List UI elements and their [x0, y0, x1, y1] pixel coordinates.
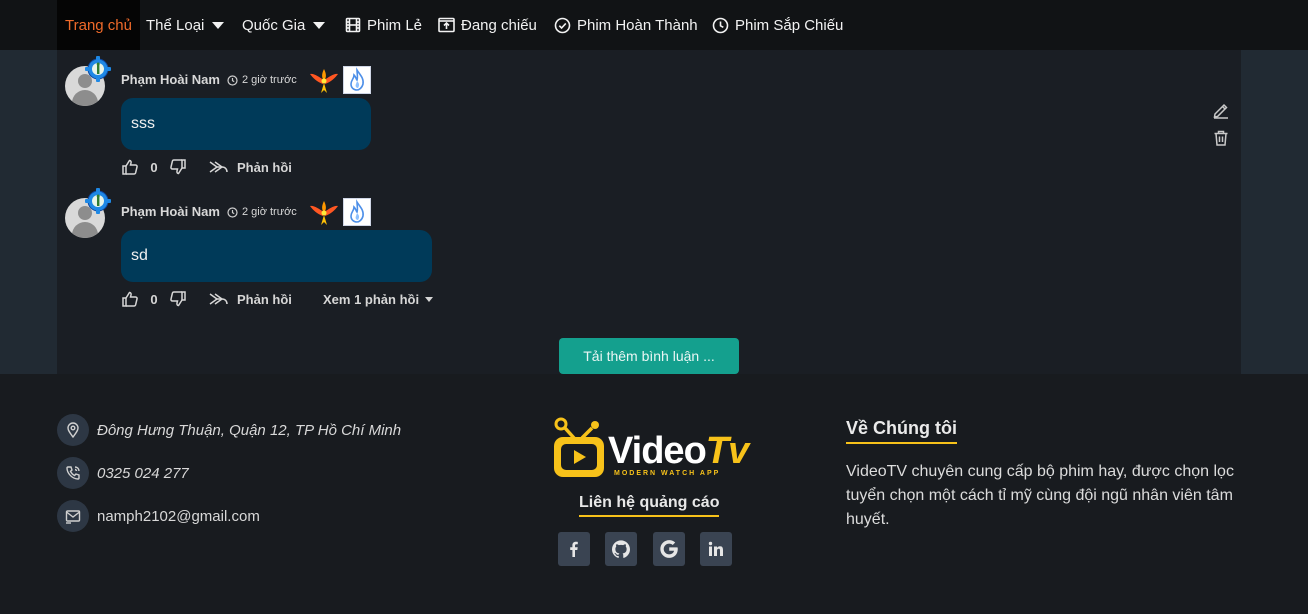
- reply-button[interactable]: Phản hồi: [209, 159, 292, 175]
- github-icon: [612, 540, 630, 558]
- like-count: 0: [150, 291, 158, 307]
- comment-author: Phạm Hoài Nam: [121, 204, 220, 219]
- nav-single-label: Phim Lẻ: [367, 16, 423, 34]
- github-button[interactable]: [605, 532, 637, 566]
- nav-upcoming-label: Phim Sắp Chiếu: [735, 16, 844, 34]
- view-replies-button[interactable]: Xem 1 phản hồi: [323, 292, 434, 307]
- comment-text: sd: [131, 247, 148, 264]
- comment-bubble: sss: [121, 98, 371, 150]
- footer: Đông Hưng Thuận, Quận 12, TP Hồ Chí Minh…: [0, 374, 1308, 614]
- chevron-down-icon: [212, 21, 225, 29]
- clock-icon: [712, 17, 729, 33]
- nav-upcoming[interactable]: Phim Sắp Chiếu: [712, 0, 843, 50]
- nav-country-label: Quốc Gia: [242, 16, 306, 34]
- top-navbar: Trang chủ Thể Loại Quốc Gia Phim Lẻ Đang…: [0, 0, 1308, 50]
- reply-arrow-icon: [209, 293, 228, 305]
- thumbs-down-icon[interactable]: [169, 158, 187, 176]
- chevron-down-icon: [313, 21, 326, 29]
- flame-badge-icon: [343, 66, 371, 94]
- load-more-comments-button[interactable]: Tải thêm bình luận ...: [559, 338, 739, 374]
- footer-address: Đông Hưng Thuận, Quận 12, TP Hồ Chí Minh: [57, 414, 401, 446]
- thumbs-up-icon[interactable]: [121, 290, 139, 308]
- comment-time-label: 2 giờ trước: [242, 206, 297, 218]
- comment-bubble: sd: [121, 230, 432, 282]
- footer-email: namph2102@gmail.com: [57, 500, 260, 532]
- linkedin-button[interactable]: [700, 532, 732, 566]
- location-pin-icon: [57, 414, 89, 446]
- thumbs-up-icon[interactable]: [121, 158, 139, 176]
- trash-icon: [1214, 130, 1228, 146]
- google-button[interactable]: [653, 532, 685, 566]
- logo-wordmark: VideoTv: [608, 430, 749, 473]
- nav-now-showing[interactable]: Đang chiếu: [438, 0, 537, 50]
- view-replies-label: Xem 1 phản hồi: [323, 292, 420, 307]
- logo-tagline: MODERN WATCH APP: [614, 470, 721, 477]
- pencil-icon: [1213, 103, 1228, 119]
- nav-completed[interactable]: Phim Hoàn Thành: [554, 0, 698, 50]
- facebook-icon: [570, 541, 578, 557]
- comment-text: sss: [131, 115, 155, 132]
- film-icon: [345, 17, 361, 33]
- reply-label: Phản hồi: [237, 159, 292, 175]
- nav-genre-label: Thể Loại: [146, 16, 205, 34]
- phone-icon: [57, 457, 89, 489]
- gear-icon: [85, 188, 111, 214]
- check-circle-icon: [554, 17, 571, 33]
- logo-main: Video: [608, 430, 707, 472]
- comment-actions: 0 Phản hồi: [121, 158, 292, 176]
- reply-arrow-icon: [209, 161, 228, 173]
- tv-logo-icon: [554, 417, 604, 477]
- thumbs-down-icon[interactable]: [169, 290, 187, 308]
- phoenix-badge-icon: [310, 201, 338, 225]
- facebook-button[interactable]: [558, 532, 590, 566]
- flame-badge-icon: [343, 198, 371, 226]
- logo-accent: Tv: [705, 430, 749, 472]
- phone-text: 0325 024 277: [97, 464, 189, 482]
- nav-genre[interactable]: Thể Loại: [146, 0, 225, 50]
- edit-button[interactable]: [1212, 101, 1230, 119]
- videotv-logo[interactable]: VideoTv MODERN WATCH APP: [552, 416, 749, 480]
- reply-label: Phản hồi: [237, 291, 292, 307]
- mail-icon: [57, 500, 89, 532]
- nav-home[interactable]: Trang chủ: [57, 0, 140, 50]
- footer-phone: 0325 024 277: [57, 457, 189, 489]
- gear-icon: [85, 56, 111, 82]
- address-text: Đông Hưng Thuận, Quận 12, TP Hồ Chí Minh: [97, 421, 402, 439]
- comment-author: Phạm Hoài Nam: [121, 72, 220, 87]
- about-us-heading: Về Chúng tôi: [846, 418, 957, 444]
- like-count: 0: [150, 159, 158, 175]
- comment-section: Phạm Hoài Nam 2 giờ trước sss 0 Phản hồi: [57, 50, 1241, 374]
- delete-button[interactable]: [1212, 129, 1230, 147]
- reply-button[interactable]: Phản hồi: [209, 291, 292, 307]
- comment-time: 2 giờ trước: [227, 74, 297, 86]
- google-icon: [660, 540, 678, 558]
- clock-icon: [227, 74, 238, 86]
- linkedin-icon: [708, 541, 723, 556]
- comment-actions: 0 Phản hồi: [121, 290, 292, 308]
- chevron-down-icon: [425, 297, 434, 302]
- comment-time: 2 giờ trước: [227, 206, 297, 218]
- email-text: namph2102@gmail.com: [97, 507, 260, 525]
- nav-showing-label: Đang chiếu: [461, 16, 537, 34]
- comment-time-label: 2 giờ trước: [242, 74, 297, 86]
- nav-single-movies[interactable]: Phim Lẻ: [345, 0, 422, 50]
- nav-country[interactable]: Quốc Gia: [242, 0, 326, 50]
- phoenix-badge-icon: [310, 69, 338, 93]
- clock-icon: [227, 206, 238, 218]
- screen-upload-icon: [438, 17, 455, 33]
- nav-completed-label: Phim Hoàn Thành: [577, 16, 698, 34]
- about-us-text: VideoTV chuyên cung cấp bộ phim hay, đượ…: [846, 463, 1234, 528]
- nav-home-label: Trang chủ: [65, 16, 132, 34]
- load-more-label: Tải thêm bình luận ...: [583, 348, 715, 364]
- ad-contact-heading[interactable]: Liên hệ quảng cáo: [579, 494, 720, 517]
